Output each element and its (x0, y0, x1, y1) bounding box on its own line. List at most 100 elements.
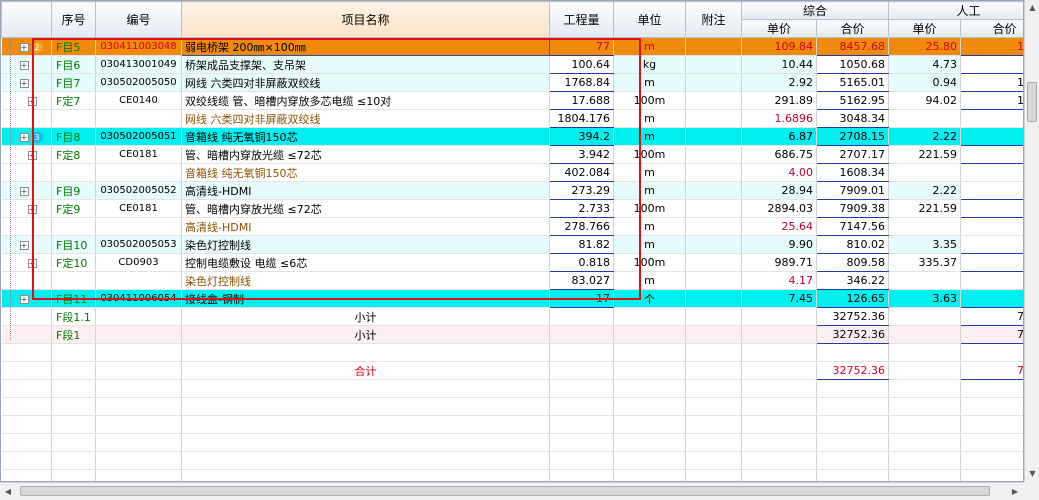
empty-cell[interactable] (685, 379, 742, 398)
qty-cell[interactable]: 0.818 (549, 253, 614, 272)
empty-cell[interactable] (1, 469, 52, 481)
empty-cell[interactable] (181, 469, 550, 481)
code-cell[interactable]: 030502005050 (95, 73, 182, 92)
qty-cell[interactable]: 402.084 (549, 163, 614, 182)
tree-cell[interactable] (1, 325, 52, 344)
empty-row[interactable] (1, 433, 1023, 452)
col-header-total-price[interactable]: 合价 (815, 19, 890, 38)
col-header-unit-price[interactable]: 单价 (741, 19, 817, 38)
qty-cell[interactable]: 17.688 (549, 91, 614, 110)
unit-cell[interactable]: m (613, 163, 686, 182)
unit-cell[interactable] (613, 361, 686, 380)
labor-total-price-cell[interactable]: 274 (960, 253, 1023, 272)
empty-cell[interactable] (816, 469, 890, 481)
empty-row[interactable] (1, 397, 1023, 416)
tree-cell[interactable] (1, 109, 52, 128)
seq-cell[interactable]: F定8 (51, 145, 96, 164)
expand-icon[interactable]: + (27, 96, 37, 106)
name-cell[interactable]: 小计 (181, 325, 550, 344)
qty-cell[interactable] (549, 361, 614, 380)
seq-cell[interactable]: F定10 (51, 253, 96, 272)
seq-cell[interactable] (51, 163, 96, 182)
empty-cell[interactable] (181, 397, 550, 416)
col-header-unit[interactable]: 单位 (613, 1, 686, 38)
unit-price-cell[interactable]: 686.75 (741, 145, 817, 164)
unit-cell[interactable]: 100m (613, 145, 686, 164)
table-row[interactable]: + F目11 030411006054 接线盒-钢制 17 个 7.45 126.65 3.63… (1, 289, 1023, 308)
expand-icon[interactable]: + (19, 240, 29, 250)
note-cell[interactable] (685, 271, 742, 290)
empty-cell[interactable] (960, 379, 1023, 398)
unit-cell[interactable] (613, 343, 686, 362)
qty-cell[interactable]: 1804.176 (549, 109, 614, 128)
expand-icon[interactable]: + (19, 132, 29, 142)
empty-cell[interactable] (613, 433, 686, 452)
unit-cell[interactable]: m (613, 181, 686, 200)
empty-cell[interactable] (549, 433, 614, 452)
empty-cell[interactable] (549, 415, 614, 434)
total-price-cell[interactable]: 810.02 (816, 235, 890, 254)
code-cell[interactable]: CE0140 (95, 91, 182, 110)
labor-total-price-cell[interactable]: 873 (960, 145, 1023, 164)
seq-cell[interactable] (51, 271, 96, 290)
code-cell[interactable] (95, 307, 182, 326)
empty-cell[interactable] (51, 469, 96, 481)
unit-price-cell[interactable]: 291.89 (741, 91, 817, 110)
table-row[interactable]: + F目6 030413001049 桥架成品支撑架、支吊架 100.64 kg 10.44… (1, 55, 1023, 74)
empty-cell[interactable] (51, 433, 96, 452)
note-cell[interactable] (685, 307, 742, 326)
unit-price-cell[interactable]: 25.64 (741, 217, 817, 236)
note-cell[interactable] (685, 127, 742, 146)
empty-row[interactable] (1, 379, 1023, 398)
labor-unit-price-cell[interactable]: 2.22 (888, 181, 962, 200)
empty-cell[interactable] (960, 415, 1023, 434)
qty-cell[interactable]: 278.766 (549, 217, 614, 236)
labor-total-price-cell[interactable] (960, 163, 1023, 182)
unit-cell[interactable] (613, 307, 686, 326)
labor-total-price-cell[interactable]: 274 (960, 235, 1023, 254)
empty-cell[interactable] (95, 469, 182, 481)
seq-cell[interactable]: F目8 (51, 127, 96, 146)
name-cell[interactable]: 桥架成品支撑架、支吊架 (181, 55, 550, 74)
horizontal-scrollbar[interactable]: ◀ ▶ (0, 482, 1039, 500)
empty-cell[interactable] (549, 397, 614, 416)
empty-cell[interactable] (549, 469, 614, 481)
empty-row[interactable] (1, 415, 1023, 434)
total-price-cell[interactable]: 32752.36 (816, 325, 890, 344)
empty-cell[interactable] (1, 379, 52, 398)
labor-total-price-cell[interactable]: 7080 (960, 307, 1023, 326)
code-cell[interactable]: 030502005053 (95, 235, 182, 254)
total-price-cell[interactable]: 1050.68 (816, 55, 890, 74)
qty-cell[interactable]: 1768.84 (549, 73, 614, 92)
code-cell[interactable]: 030502005051 (95, 127, 182, 146)
empty-cell[interactable] (613, 379, 686, 398)
name-cell[interactable]: 管、暗槽内穿放光缆 ≤72芯 (181, 145, 550, 164)
total-price-cell[interactable]: 1608.34 (816, 163, 890, 182)
scroll-right-icon[interactable]: ▶ (1007, 483, 1023, 500)
expand-icon[interactable]: + (19, 60, 29, 70)
empty-cell[interactable] (685, 451, 742, 470)
code-cell[interactable] (95, 163, 182, 182)
col-header-code[interactable]: 编号 (95, 1, 182, 38)
code-cell[interactable]: 030411006054 (95, 289, 182, 308)
table-row[interactable]: 染色灯控制线 83.027 m 4.17 346.22 (1, 271, 1023, 290)
qty-cell[interactable]: 394.2 (549, 127, 614, 146)
name-cell[interactable]: 弱电桥架 200㎜×100㎜ (181, 37, 550, 56)
name-cell[interactable]: 管、暗槽内穿放光缆 ≤72芯 (181, 199, 550, 218)
code-cell[interactable] (95, 271, 182, 290)
tree-cell[interactable]: + (1, 235, 52, 254)
note-cell[interactable] (685, 325, 742, 344)
col-header-labor-unit-price[interactable]: 单价 (888, 19, 962, 38)
empty-cell[interactable] (181, 451, 550, 470)
unit-price-cell[interactable] (741, 361, 817, 380)
labor-unit-price-cell[interactable]: 3.63 (888, 289, 962, 308)
labor-total-price-cell[interactable]: 7080 (960, 325, 1023, 344)
table-row[interactable]: +3 F目8 030502005051 音箱线 纯无氧铜150芯 394.2 m 6.87 2… (1, 127, 1023, 146)
labor-total-price-cell[interactable]: 61 (960, 289, 1023, 308)
unit-cell[interactable]: m (613, 271, 686, 290)
empty-cell[interactable] (816, 379, 890, 398)
seq-cell[interactable]: F目5 (51, 37, 96, 56)
note-cell[interactable] (685, 235, 742, 254)
vertical-scroll-thumb[interactable] (1027, 82, 1037, 122)
qty-cell[interactable]: 100.64 (549, 55, 614, 74)
